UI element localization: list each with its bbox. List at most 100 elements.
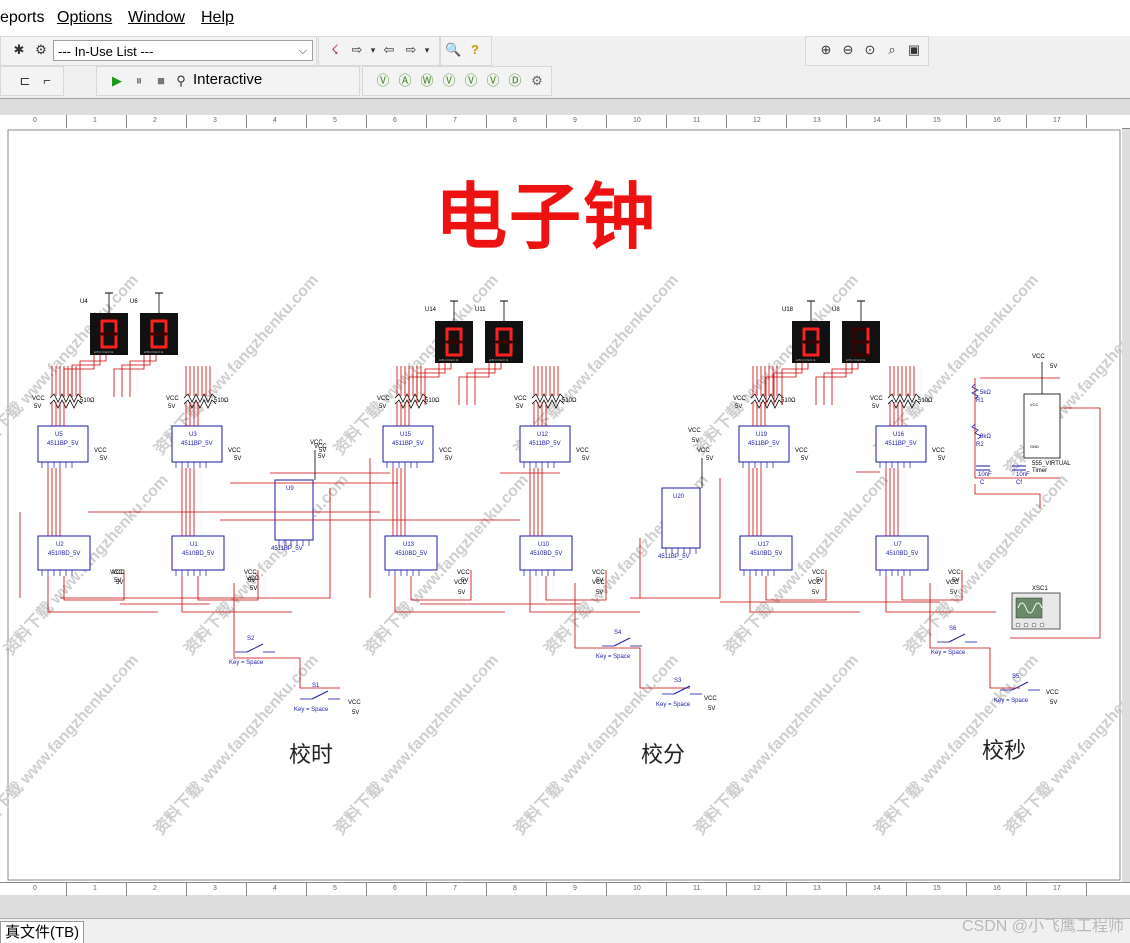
timer-sublabel: Timer [1032,468,1047,474]
digital-probe-icon[interactable]: Ⓓ [507,73,523,89]
interactive-mode-icon[interactable]: ⚲ [173,73,189,89]
voltage-label: 5V [100,456,107,462]
timer-pin: GND [1030,444,1039,449]
chevron-down-icon: ⌵ [298,45,307,57]
menu-window[interactable]: Window [128,9,185,27]
stop-icon[interactable]: ■ [153,73,169,89]
menu-help[interactable]: Help [201,9,234,27]
ic-part: 4510BD_5V [886,551,918,557]
ruler-tick [66,115,67,128]
watermark-text: 资料下载 www.fangzhenku.com [330,650,502,838]
ruler-tick [186,883,187,896]
menu-reports[interactable]: eports [0,9,44,27]
transfer-back-icon[interactable]: ⇦ [381,42,397,58]
ruler-tick [426,115,427,128]
switch-ref: S6 [949,626,957,632]
ruler-number: 13 [813,117,821,124]
help-icon[interactable]: ? [467,42,483,58]
voltage-label: 5V [34,404,41,410]
current-probe-icon[interactable]: Ⓐ [397,73,413,89]
toolbar-group-probes: Ⓥ Ⓐ Ⓦ Ⓥ Ⓥ Ⓥ Ⓓ ⚙ [362,66,552,96]
ruler-number: 3 [213,885,217,892]
back-annotate-icon[interactable]: ⇨ [349,42,365,58]
ruler-number: 5 [333,885,337,892]
voltage-probe-icon[interactable]: Ⓥ [375,73,391,89]
ruler-number: 3 [213,117,217,124]
section-label-second: 校秒 [982,739,1027,764]
menu-bar: eports Options Window Help [0,0,1130,37]
vcc-label: VCC [688,428,701,434]
ic-ref: U9 [286,486,294,492]
erc-icon[interactable]: ☇ [327,42,343,58]
probe-settings-icon[interactable]: ⚙ [529,73,545,89]
capacitor-ref: Cf [1016,480,1022,486]
vcc-label: VCC [704,696,717,702]
full-screen-icon[interactable]: ▣ [906,42,922,58]
ruler-number: 4 [273,885,277,892]
database-manager-icon[interactable]: ⚙ [33,42,49,58]
voltage-label: 5V [801,456,808,462]
run-icon[interactable]: ▶ [109,73,125,89]
menu-options-label: Options [57,9,113,26]
ic-ref: U16 [893,432,905,438]
capacitor-value: 10nF [978,472,992,478]
voltage-label: 5V [458,590,465,596]
status-bar: 真文件(TB) [0,918,1130,943]
component-wizard-icon[interactable]: ✱ [11,42,27,58]
ruler-number: 0 [33,117,37,124]
wire [831,363,859,405]
ic-ref: U12 [537,432,549,438]
switch-blade [311,690,329,700]
ruler-tick [486,115,487,128]
simulation-tab[interactable]: 真文件(TB) [0,921,85,943]
vcc-label: VCC [592,580,605,586]
section-label-minute: 校分 [641,743,686,768]
menu-options[interactable]: Options [57,9,112,27]
display-pins: A B C D E F G [796,358,816,362]
display-ref: U8 [832,307,840,313]
vcc-label: VCC [246,576,259,582]
menu-window-label: Window [128,9,185,26]
voltage-label: 5V [872,404,879,410]
dropdown-arrow-icon[interactable]: ▾ [419,42,435,58]
ic-part: 4511BP_5V [529,441,561,447]
place-wire-icon[interactable]: ⌐ [39,73,55,89]
differential-probe-icon[interactable]: Ⓥ [441,73,457,89]
vcc-label: VCC [166,396,179,402]
ruler-number: 0 [33,885,37,892]
vcc-label: VCC [94,448,107,454]
ruler-tick [186,115,187,128]
vcc-label: VCC [808,580,821,586]
transfer-forward-icon[interactable]: ⇨ [403,42,419,58]
ruler-number: 14 [873,885,881,892]
ic-ref: U2 [56,542,64,548]
pause-icon[interactable]: ⏸ [131,73,147,89]
voltage-label: 5V [234,456,241,462]
voltage-label: 5V [596,590,603,596]
power-probe-icon[interactable]: Ⓦ [419,73,435,89]
ruler-tick [726,115,727,128]
ruler-tick [666,883,667,896]
wire [79,355,107,397]
zoom-fit-icon[interactable]: ⌕ [884,42,900,58]
ruler-tick [126,883,127,896]
in-use-list-select[interactable]: --- In-Use List --- ⌵ [53,40,313,61]
ic-ref: U5 [55,432,63,438]
zoom-area-icon[interactable]: ⊙ [862,42,878,58]
find-examples-icon[interactable]: 🔍 [445,42,461,58]
switch-key: Key = Space [994,698,1029,704]
resistor-ref: R2 [976,442,984,448]
switch-blade [948,633,966,643]
voltage-current-probe-icon[interactable]: Ⓥ [463,73,479,89]
resistor-value: 510Ω [80,398,95,404]
zoom-in-icon[interactable]: ⊕ [818,42,834,58]
switch-key: Key = Space [229,660,264,666]
zoom-out-icon[interactable]: ⊖ [840,42,856,58]
dropdown-arrow-icon[interactable]: ▾ [365,42,381,58]
reference-probe-icon[interactable]: Ⓥ [485,73,501,89]
place-junction-icon[interactable]: ⊏ [17,73,33,89]
interactive-label[interactable]: Interactive [193,71,262,88]
ruler-number: 17 [1053,117,1061,124]
voltage-label: 5V [706,456,713,462]
oscilloscope-screen [1015,597,1043,619]
